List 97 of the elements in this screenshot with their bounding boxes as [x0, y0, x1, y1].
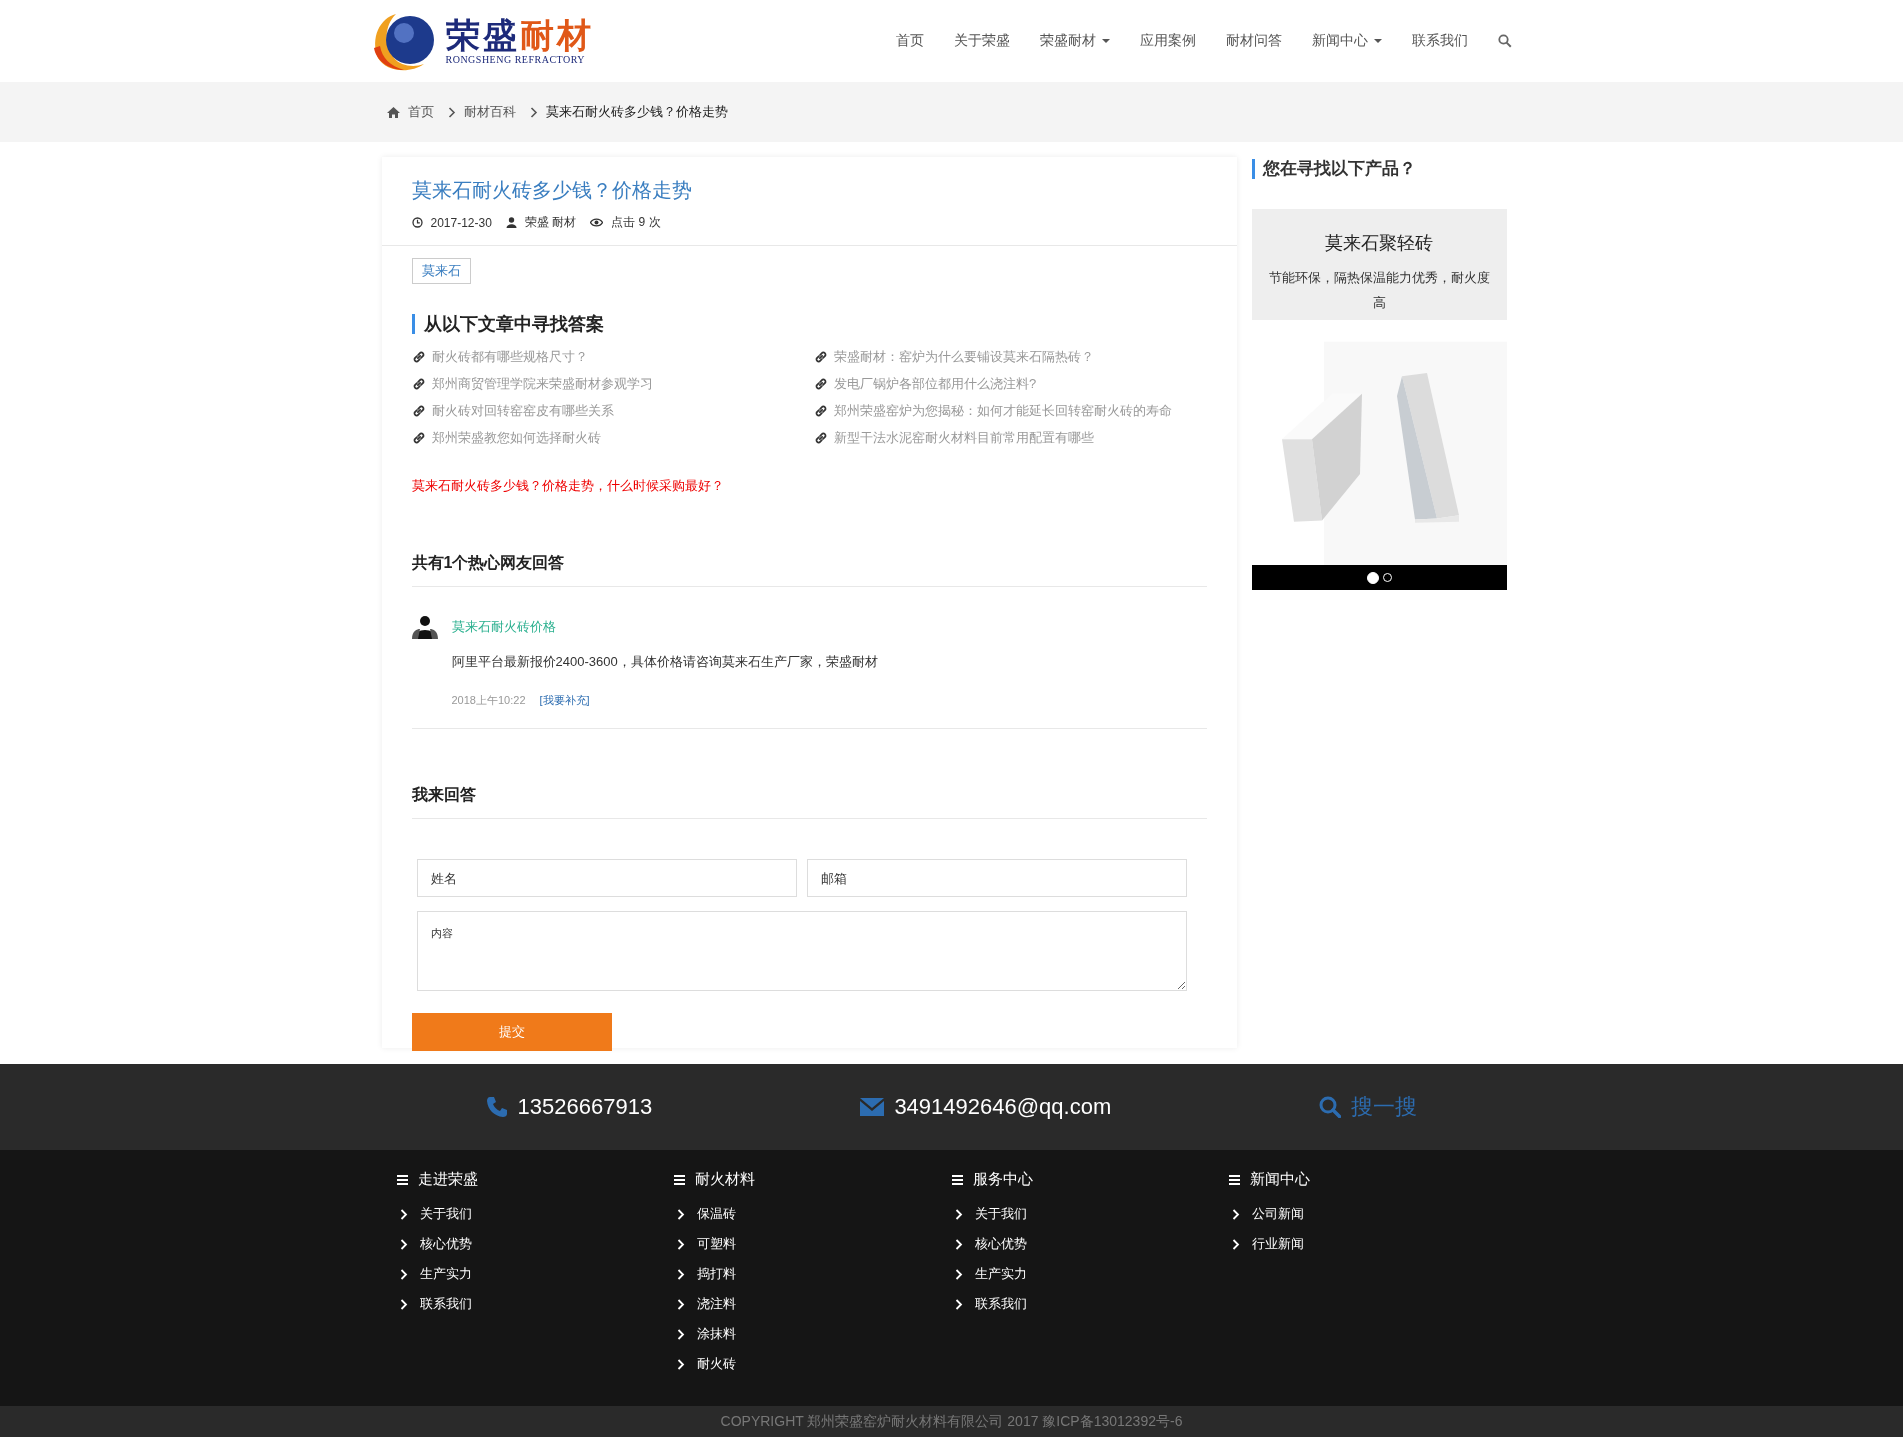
footer-column-title: 新闻中心 — [1250, 1170, 1310, 1189]
chevron-icon — [1232, 1238, 1240, 1250]
footer-link[interactable]: 生产实力 — [951, 1259, 1229, 1289]
user-icon — [505, 217, 517, 228]
product-name: 莫来石聚轻砖 — [1324, 232, 1434, 255]
carousel-dot[interactable] — [1366, 571, 1379, 584]
footer-link[interactable]: 关于我们 — [951, 1199, 1229, 1229]
name-field[interactable]: 姓名 — [416, 859, 797, 897]
footer-link[interactable]: 关于我们 — [396, 1199, 674, 1229]
nav-link[interactable]: 新闻中心 — [1311, 32, 1382, 50]
footer-link[interactable]: 核心优势 — [951, 1229, 1229, 1259]
eye-icon — [590, 218, 604, 227]
question-text: 莫来石耐火砖多少钱？价格走势，什么时候采购最好？ — [411, 477, 725, 495]
chevron-icon — [1232, 1208, 1240, 1220]
article-date: 2017-12-30 — [430, 215, 492, 230]
tag-link[interactable]: 莫来石 — [411, 258, 471, 284]
chevron-icon — [447, 106, 456, 118]
product-card[interactable]: 莫来石聚轻砖 节能环保，隔热保温能力优秀，耐火度高 — [1251, 209, 1507, 590]
copyright-text: COPYRIGHT 郑州荣盛窑炉耐火材料有限公司 2017 豫ICP备13012392号-6 — [0, 1406, 1903, 1437]
answer-time: 2018上午10:22 — [451, 693, 526, 708]
supplement-link[interactable]: [我要补充] — [539, 693, 590, 708]
link-icon — [411, 431, 426, 445]
link-icon — [411, 377, 426, 391]
logo-subtitle: RONGSHENG REFRACTORY — [445, 54, 587, 66]
link-icon — [411, 404, 426, 418]
nav-link[interactable]: 联系我们 — [1411, 32, 1468, 50]
chevron-icon — [677, 1358, 685, 1370]
search-icon[interactable] — [1497, 34, 1512, 48]
footer-link[interactable]: 公司新闻 — [1229, 1199, 1507, 1229]
mail-icon — [860, 1098, 885, 1116]
footer-link[interactable]: 浇注料 — [674, 1289, 952, 1319]
list-icon — [396, 1174, 408, 1185]
breadcrumb-link[interactable]: 首页 — [407, 103, 434, 121]
footer-link[interactable]: 联系我们 — [396, 1289, 674, 1319]
footer-column-title: 走进荣盛 — [417, 1170, 478, 1189]
section-heading: 从以下文章中寻找答案 — [411, 314, 1207, 334]
chevron-icon — [954, 1298, 963, 1310]
footer-link[interactable]: 可塑料 — [674, 1229, 952, 1259]
chevron-icon — [399, 1238, 408, 1250]
content-field[interactable]: 内容 — [416, 911, 1187, 991]
phone-icon — [485, 1096, 508, 1118]
answer-text: 阿里平台最新报价2400-3600，具体价格请咨询莫来石生产厂家，荣盛耐材 — [451, 653, 879, 671]
nav-link[interactable]: 应用案例 — [1139, 32, 1196, 50]
avatar-icon — [411, 615, 438, 639]
list-icon — [674, 1174, 685, 1185]
nav-link[interactable]: 首页 — [895, 32, 924, 50]
link-icon — [814, 404, 828, 418]
footer-link[interactable]: 捣打料 — [674, 1259, 952, 1289]
nav-link[interactable]: 荣盛耐材 — [1039, 32, 1110, 50]
caret-icon — [1101, 39, 1110, 43]
email-field[interactable]: 邮箱 — [806, 859, 1187, 897]
footer-column-title: 耐火材料 — [695, 1170, 755, 1189]
chevron-icon — [399, 1208, 408, 1220]
home-icon — [386, 106, 400, 118]
footer-link[interactable]: 保温砖 — [674, 1199, 952, 1229]
link-icon — [814, 431, 828, 445]
answers-heading: 共有1个热心网友回答 — [411, 553, 566, 573]
footer-link[interactable]: 行业新闻 — [1229, 1229, 1507, 1259]
caret-icon — [1373, 39, 1382, 43]
chevron-icon — [677, 1268, 685, 1280]
reply-heading: 我来回答 — [411, 785, 477, 805]
logo-name: 荣盛耐材 — [445, 16, 594, 55]
view-count: 点击 9 次 — [611, 214, 661, 231]
nav-link[interactable]: 耐材问答 — [1225, 32, 1282, 50]
chevron-icon — [677, 1238, 685, 1250]
breadcrumb-link[interactable]: 耐材百科 — [463, 103, 516, 121]
list-icon — [1229, 1174, 1240, 1185]
footer-link[interactable]: 生产实力 — [396, 1259, 674, 1289]
answer-author: 莫来石耐火砖价格 — [451, 618, 556, 636]
search-icon — [1319, 1096, 1342, 1118]
chevron-icon — [399, 1268, 408, 1280]
footer-link[interactable]: 涂抹料 — [674, 1319, 952, 1349]
footer-link[interactable]: 耐火砖 — [674, 1349, 952, 1379]
breadcrumb-current: 莫来石耐火砖多少钱？价格走势 — [545, 103, 728, 121]
email-address: 3491492646@qq.com — [894, 1094, 1112, 1120]
sidebar-heading: 您在寻找以下产品？ — [1251, 159, 1507, 179]
link-icon — [814, 377, 828, 391]
link-icon — [411, 350, 426, 364]
chevron-icon — [677, 1208, 685, 1220]
list-icon — [951, 1174, 963, 1185]
article-author: 荣盛 耐材 — [524, 214, 577, 231]
nav-link[interactable]: 关于荣盛 — [953, 32, 1010, 50]
chevron-icon — [399, 1298, 408, 1310]
chevron-icon — [954, 1268, 963, 1280]
chevron-icon — [954, 1208, 963, 1220]
clock-icon — [411, 217, 423, 228]
link-icon — [814, 350, 828, 364]
article-title: 莫来石耐火砖多少钱？价格走势 — [411, 178, 693, 203]
chevron-icon — [677, 1328, 685, 1340]
phone-number: 13526667913 — [517, 1094, 653, 1120]
chevron-icon — [677, 1298, 685, 1310]
footer-link[interactable]: 联系我们 — [951, 1289, 1229, 1319]
chevron-icon — [529, 106, 538, 118]
chevron-icon — [954, 1238, 963, 1250]
product-description: 节能环保，隔热保温能力优秀，耐火度高 — [1267, 269, 1491, 312]
footer-column-title: 服务中心 — [972, 1170, 1033, 1189]
footer-link[interactable]: 核心优势 — [396, 1229, 674, 1259]
